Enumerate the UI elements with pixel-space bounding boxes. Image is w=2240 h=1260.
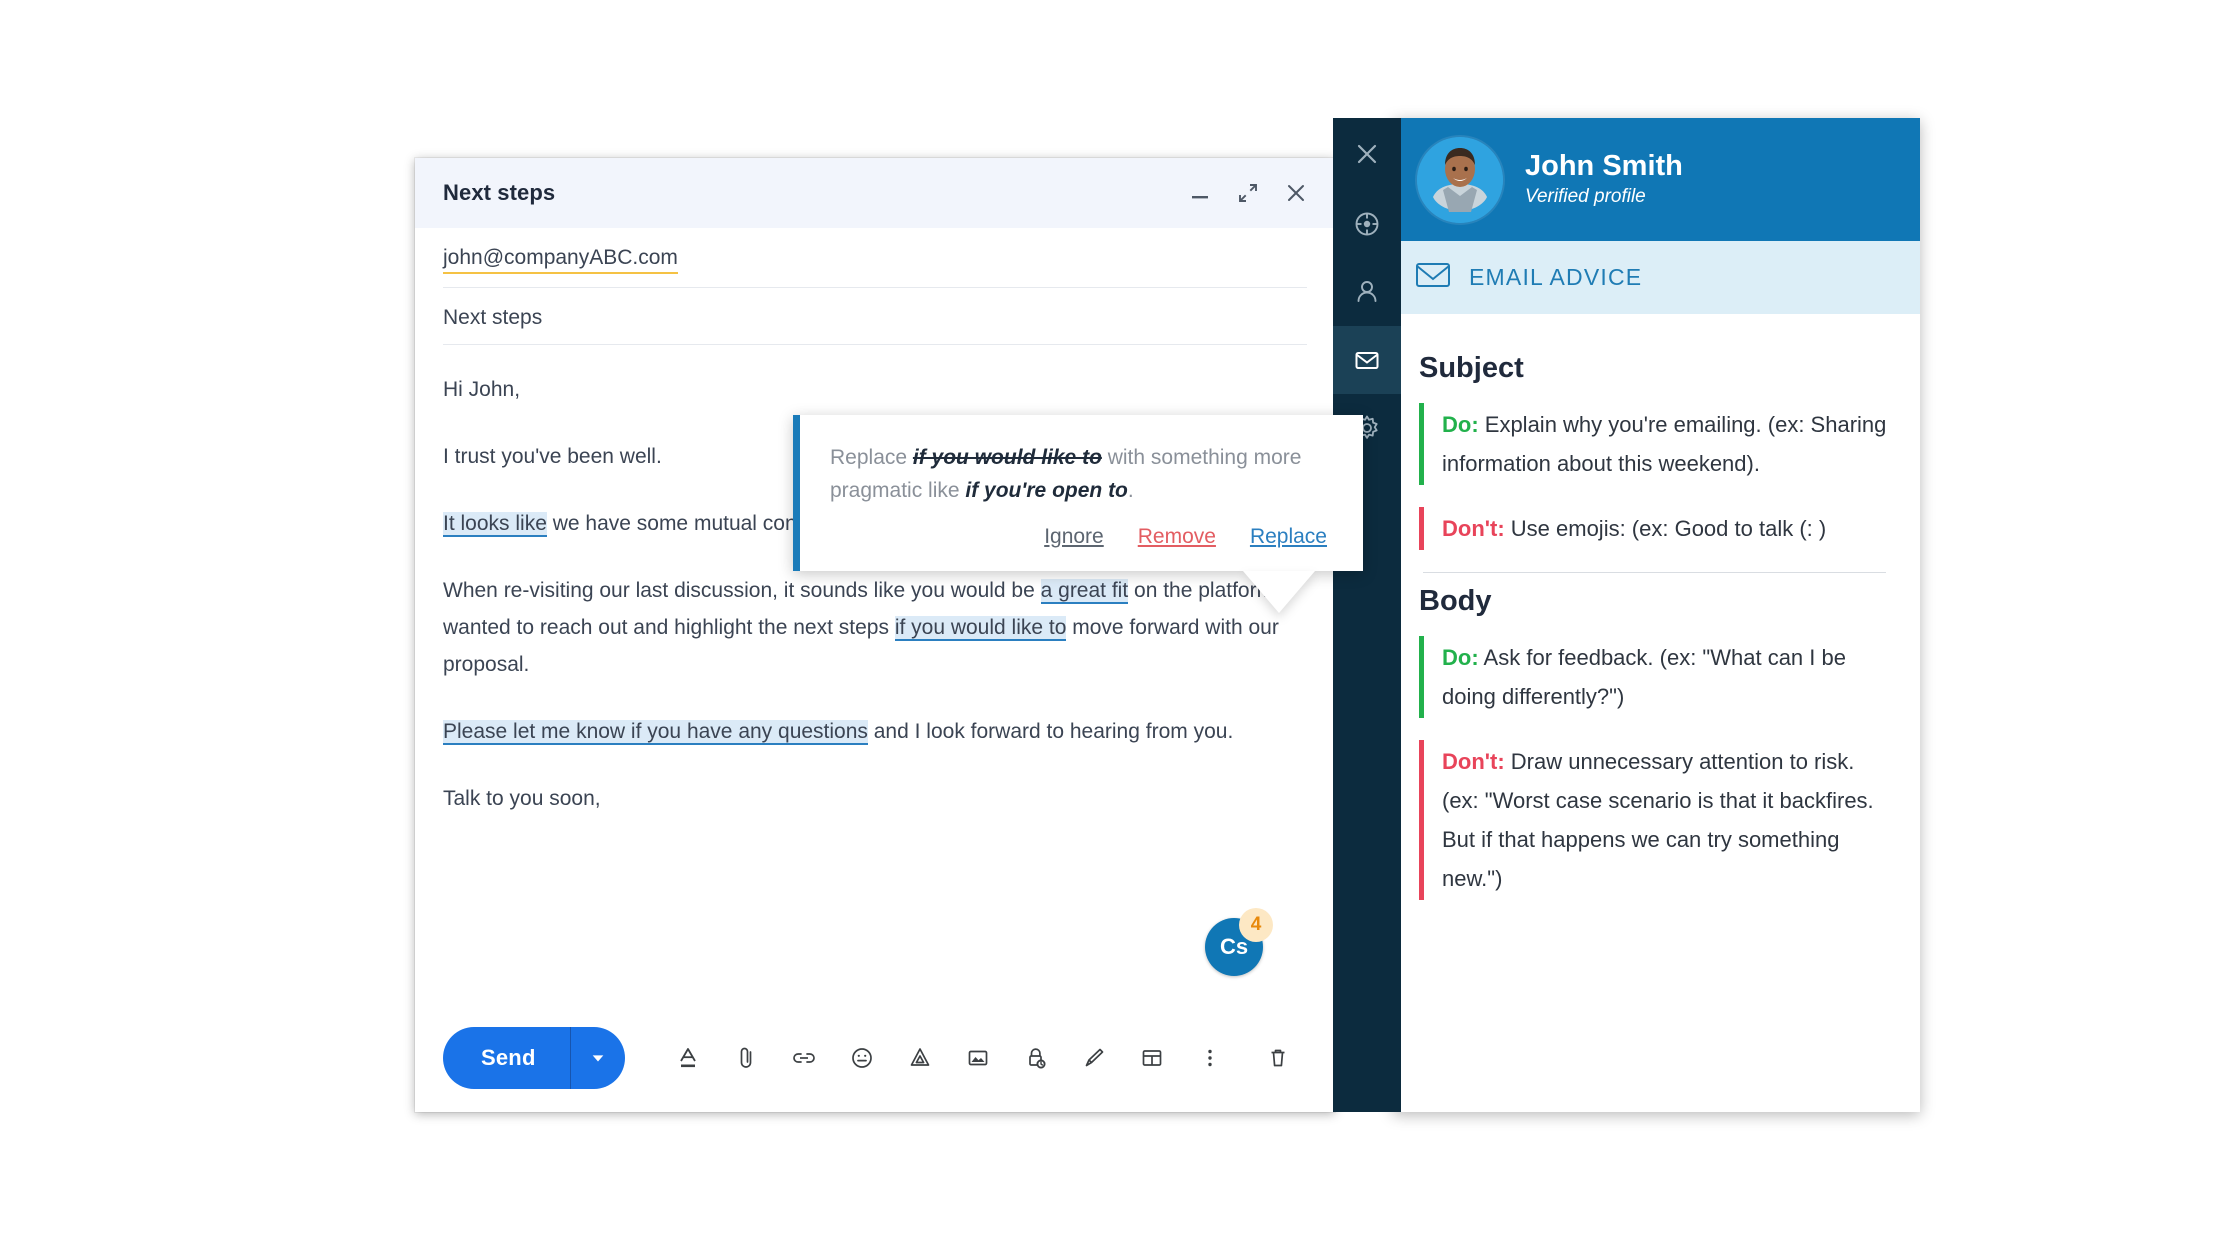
profile-text: John Smith Verified profile bbox=[1525, 149, 1683, 211]
compose-window: Next steps john@companyABC.com Next step… bbox=[415, 158, 1335, 1112]
suggestion-prefix: Replace bbox=[830, 446, 913, 469]
profile-name: John Smith bbox=[1525, 149, 1683, 182]
suggestion-replacement-phrase: if you're open to bbox=[965, 479, 1128, 502]
profile-status: Verified profile bbox=[1525, 185, 1646, 207]
suggestion-text: Replace if you would like to with someth… bbox=[830, 441, 1327, 507]
to-field[interactable]: john@companyABC.com bbox=[443, 246, 678, 274]
advice-label: Don't: bbox=[1442, 749, 1505, 774]
body-paragraph-5: Please let me know if you have any quest… bbox=[443, 713, 1307, 750]
window-controls bbox=[1189, 182, 1307, 204]
close-panel-icon[interactable] bbox=[1333, 118, 1401, 190]
compose-toolbar: Send bbox=[415, 1004, 1335, 1112]
more-options-icon[interactable] bbox=[1181, 1029, 1239, 1087]
body-paragraph-4: When re-visiting our last discussion, it… bbox=[443, 572, 1307, 683]
to-value: john@companyABC.com bbox=[443, 246, 678, 269]
advice-content: Subject Do: Explain why you're emailing.… bbox=[1393, 314, 1920, 900]
advice-text: Use emojis: (ex: Good to talk (: ) bbox=[1504, 516, 1827, 541]
to-field-row[interactable]: john@companyABC.com bbox=[443, 228, 1307, 288]
advice-text: Ask for feedback. (ex: "What can I be do… bbox=[1442, 645, 1846, 709]
tab-email-advice-label: EMAIL ADVICE bbox=[1469, 264, 1643, 290]
highlight-please-let-me-know[interactable]: Please let me know if you have any quest… bbox=[443, 720, 868, 743]
send-button[interactable]: Send bbox=[443, 1027, 625, 1089]
email-icon[interactable] bbox=[1333, 326, 1401, 394]
suggestion-strikethrough-phrase: if you would like to bbox=[912, 446, 1102, 469]
email-advice-panel: John Smith Verified profile EMAIL ADVICE… bbox=[1393, 118, 1920, 1112]
body-p4-a: When re-visiting our last discussion, it… bbox=[443, 579, 1041, 602]
insert-template-icon[interactable] bbox=[1123, 1029, 1181, 1087]
format-text-icon[interactable] bbox=[659, 1029, 717, 1087]
assistant-avatar-badge[interactable]: Cs 4 bbox=[1205, 908, 1273, 980]
advice-text: Draw unnecessary attention to risk. (ex:… bbox=[1442, 749, 1874, 891]
send-button-label: Send bbox=[481, 1045, 536, 1070]
section-title: Body bbox=[1419, 585, 1492, 617]
discard-draft-icon[interactable] bbox=[1249, 1029, 1307, 1087]
advice-item-do: Do: Explain why you're emailing. (ex: Sh… bbox=[1419, 403, 1890, 485]
minimize-icon[interactable] bbox=[1189, 182, 1211, 204]
advice-section-body: Body Do: Ask for feedback. (ex: "What ca… bbox=[1419, 585, 1890, 900]
compose-header: Next steps bbox=[415, 158, 1335, 228]
send-options-caret-down-icon[interactable] bbox=[571, 1050, 625, 1066]
insert-signature-icon[interactable] bbox=[1065, 1029, 1123, 1087]
insert-emoji-icon[interactable] bbox=[833, 1029, 891, 1087]
highlight-if-you-would-like-to[interactable]: if you would like to bbox=[894, 616, 1067, 639]
advice-item-do: Do: Ask for feedback. (ex: "What can I b… bbox=[1419, 636, 1890, 718]
remove-button[interactable]: Remove bbox=[1138, 525, 1216, 549]
advice-item-dont: Don't: Draw unnecessary attention to ris… bbox=[1419, 740, 1890, 900]
insert-photo-icon[interactable] bbox=[949, 1029, 1007, 1087]
popover-pointer bbox=[1243, 571, 1315, 613]
highlight-it-looks-like[interactable]: It looks like bbox=[443, 512, 547, 535]
subject-field[interactable]: Next steps bbox=[443, 306, 542, 329]
person-icon[interactable] bbox=[1333, 258, 1401, 326]
body-p5-rest: and I look forward to hearing from you. bbox=[867, 720, 1234, 743]
suggestion-actions: Ignore Remove Replace bbox=[830, 525, 1327, 549]
toolbar-icons bbox=[659, 1029, 1307, 1087]
ignore-button[interactable]: Ignore bbox=[1044, 525, 1104, 549]
to-underline bbox=[443, 272, 678, 274]
body-closing: Talk to you soon, bbox=[443, 787, 601, 810]
insert-link-icon[interactable] bbox=[775, 1029, 833, 1087]
advice-label: Don't: bbox=[1442, 516, 1505, 541]
attach-file-icon[interactable] bbox=[717, 1029, 775, 1087]
tab-email-advice[interactable]: EMAIL ADVICE bbox=[1393, 241, 1920, 314]
suggestion-suffix: . bbox=[1127, 479, 1134, 502]
section-title: Subject bbox=[1419, 352, 1524, 384]
panel-profile-header: John Smith Verified profile bbox=[1393, 118, 1920, 241]
suggestion-box: Replace if you would like to with someth… bbox=[793, 415, 1363, 613]
advice-section-subject: Subject Do: Explain why you're emailing.… bbox=[1419, 352, 1890, 550]
advice-item-dont: Don't: Use emojis: (ex: Good to talk (: … bbox=[1419, 507, 1890, 550]
divider bbox=[1423, 572, 1886, 573]
envelope-icon bbox=[1415, 260, 1451, 295]
body-greeting: Hi John, bbox=[443, 378, 521, 401]
advice-label: Do: bbox=[1442, 412, 1479, 437]
insert-drive-file-icon[interactable] bbox=[891, 1029, 949, 1087]
expand-icon[interactable] bbox=[1237, 182, 1259, 204]
target-icon[interactable] bbox=[1333, 190, 1401, 258]
advice-text: Explain why you're emailing. (ex: Sharin… bbox=[1442, 412, 1887, 476]
close-icon[interactable] bbox=[1285, 182, 1307, 204]
avatar bbox=[1417, 136, 1503, 223]
advice-label: Do: bbox=[1442, 645, 1479, 670]
status-badge: 4 bbox=[1239, 908, 1273, 942]
subject-field-row[interactable]: Next steps bbox=[443, 288, 1307, 345]
assistant-rail bbox=[1333, 118, 1401, 1112]
compose-title: Next steps bbox=[443, 180, 556, 205]
confidential-mode-icon[interactable] bbox=[1007, 1029, 1065, 1087]
send-divider bbox=[569, 1027, 571, 1089]
grammar-suggestion-popover: Replace if you would like to with someth… bbox=[793, 415, 1363, 613]
highlight-a-great-fit[interactable]: a great fit bbox=[1040, 579, 1129, 602]
replace-button[interactable]: Replace bbox=[1250, 525, 1327, 549]
